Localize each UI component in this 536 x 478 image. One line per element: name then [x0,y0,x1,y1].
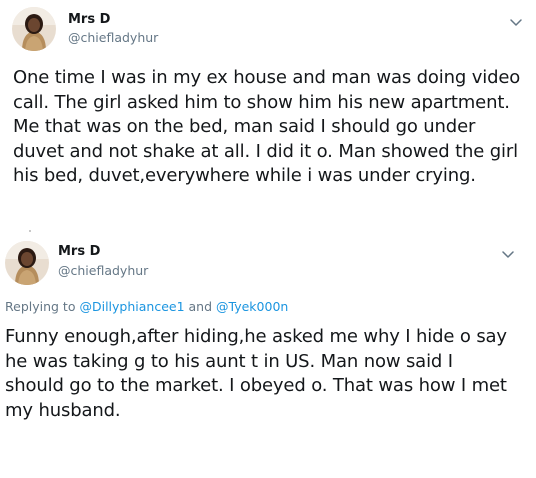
replying-to: Replying to @Dillyphiancee1 and @Tyek000… [5,299,288,314]
mention-link[interactable]: @Dillyphiancee1 [79,299,184,314]
divider-mark [29,230,31,232]
replying-conjunction: and [188,299,213,314]
tweet-text: One time I was in my ex house and man wa… [13,67,521,186]
profile-avatar[interactable] [5,241,49,285]
display-name[interactable]: Mrs D [58,244,100,259]
chevron-down-icon[interactable] [501,245,515,258]
user-handle[interactable]: @chiefladyhur [58,263,148,278]
user-handle[interactable]: @chiefladyhur [68,30,158,45]
profile-avatar[interactable] [12,7,56,51]
tweet-1: Mrs D @chiefladyhur One time I was in my… [0,0,536,240]
chevron-down-icon[interactable] [509,13,523,26]
display-name[interactable]: Mrs D [68,12,110,27]
replying-prefix: Replying to [5,299,76,314]
tweet-text: Funny enough,after hiding,he asked me wh… [5,326,507,421]
tweet-2: Mrs D @chiefladyhur Replying to @Dillyph… [0,238,536,478]
mention-link[interactable]: @Tyek000n [216,299,288,314]
